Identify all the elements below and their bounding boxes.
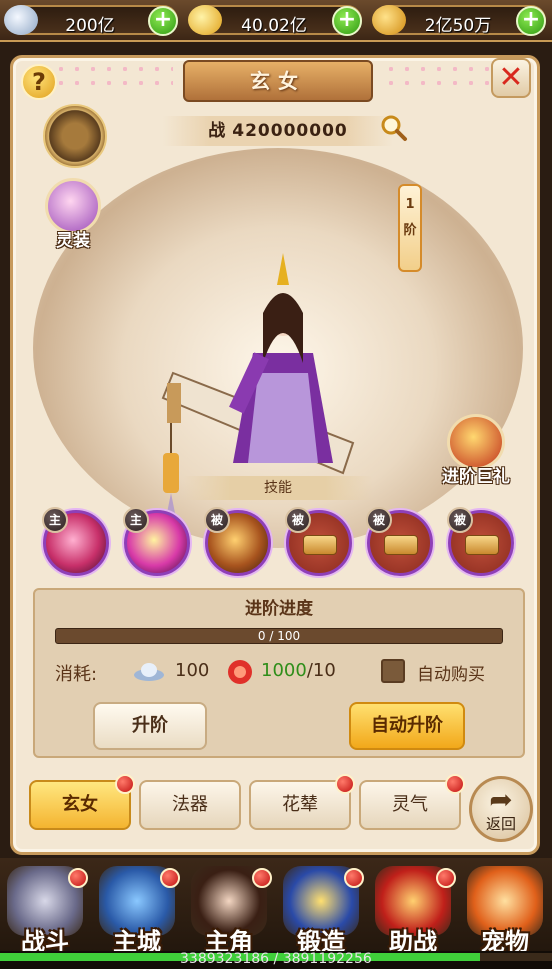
add-silver-button[interactable]: + bbox=[148, 6, 178, 36]
close-button[interactable]: ✕ bbox=[491, 58, 531, 98]
skill-type-tag: 被 bbox=[285, 507, 311, 533]
lock-icon bbox=[384, 535, 418, 555]
skill-type-tag: 主 bbox=[42, 507, 68, 533]
red-dot-icon bbox=[68, 868, 88, 888]
item-have: 1000 bbox=[261, 660, 307, 681]
rank-badge: 1 阶 bbox=[398, 184, 422, 272]
silver-value: 200亿 bbox=[65, 16, 115, 36]
skill-type-tag: 被 bbox=[447, 507, 473, 533]
skill-slot-5-locked[interactable]: 被 bbox=[366, 507, 433, 576]
skills-heading: 技能 bbox=[183, 476, 373, 500]
advance-progress-text: 0 / 100 bbox=[257, 629, 301, 643]
gold-currency: 40.02亿 + bbox=[188, 5, 362, 36]
magnifier-icon[interactable] bbox=[380, 114, 408, 142]
red-dot-icon bbox=[344, 868, 364, 888]
bound-gold-value: 2亿50万 bbox=[424, 16, 492, 36]
back-button[interactable]: ➦ 返回 bbox=[469, 776, 533, 842]
silver-ingot-icon bbox=[4, 5, 38, 35]
bound-gold-currency: 2亿50万 + bbox=[372, 5, 546, 36]
skill-type-tag: 主 bbox=[123, 507, 149, 533]
advance-progress-bar: 0 / 100 bbox=[55, 628, 503, 644]
tab-huanian[interactable]: 花辇 bbox=[249, 774, 355, 830]
item-cost: 1000/10 bbox=[261, 660, 336, 681]
red-dot-icon bbox=[160, 868, 180, 888]
gold-ingot-icon bbox=[188, 5, 222, 35]
back-arrow-icon: ➦ bbox=[489, 783, 513, 816]
auto-buy-label: 自动购买 bbox=[417, 665, 485, 685]
lingzhuang-label: 灵装 bbox=[56, 231, 90, 251]
advance-gift-button[interactable]: 进阶巨礼 bbox=[433, 414, 519, 487]
cost-row: 消耗: 100 1000/10 自动购买 bbox=[55, 658, 505, 686]
skill-list: 主 主 被 被 被 被 bbox=[41, 507, 521, 580]
auto-upgrade-button[interactable]: 自动升阶 bbox=[349, 702, 465, 750]
tab-label: 法器 bbox=[172, 794, 208, 815]
tab-label: 玄女 bbox=[62, 794, 98, 815]
bound-gold-icon bbox=[372, 5, 406, 35]
tab-label: 花辇 bbox=[282, 794, 318, 815]
panel-title: 玄女 bbox=[183, 60, 373, 102]
experience-bar: 3389323186 / 3891192256 bbox=[0, 951, 552, 969]
tab-label: 灵气 bbox=[392, 794, 428, 815]
add-bound-gold-button[interactable]: + bbox=[516, 6, 546, 36]
cost-label: 消耗: bbox=[55, 664, 98, 685]
gold-value: 40.02亿 bbox=[241, 16, 307, 36]
blossom-decoration-left bbox=[53, 62, 173, 92]
currency-bar: 200亿 + 40.02亿 + 2亿50万 + bbox=[0, 0, 552, 42]
lingzhuang-button[interactable]: 灵装 bbox=[43, 178, 103, 251]
advance-item-icon bbox=[228, 660, 252, 684]
tab-faqi[interactable]: 法器 bbox=[139, 780, 241, 830]
silver-ingot-icon bbox=[134, 663, 164, 681]
skill-slot-6-locked[interactable]: 被 bbox=[447, 507, 514, 576]
tab-xuannv[interactable]: 玄女 bbox=[29, 774, 135, 830]
skill-slot-4-locked[interactable]: 被 bbox=[285, 507, 352, 576]
skill-type-tag: 被 bbox=[204, 507, 230, 533]
lock-icon bbox=[303, 535, 337, 555]
upgrade-button[interactable]: 升阶 bbox=[93, 702, 207, 750]
red-dot-icon bbox=[445, 774, 465, 794]
panel-tabs: 玄女 法器 花辇 灵气 bbox=[29, 774, 529, 836]
rank-unit: 阶 bbox=[403, 223, 417, 238]
combat-power-label: 战 bbox=[208, 121, 227, 141]
skill-slot-3[interactable]: 被 bbox=[204, 507, 271, 576]
tab-lingqi[interactable]: 灵气 bbox=[359, 774, 465, 830]
back-label: 返回 bbox=[485, 815, 516, 833]
advance-gift-label: 进阶巨礼 bbox=[442, 467, 510, 487]
silver-currency: 200亿 + bbox=[4, 5, 178, 36]
red-dot-icon bbox=[335, 774, 355, 794]
xuannv-panel: 玄女 ? ✕ 战 420000000 灵装 1 阶 进阶巨礼 技能 主 主 被 … bbox=[10, 55, 540, 855]
blossom-decoration-right bbox=[383, 62, 493, 92]
red-dot-icon bbox=[115, 774, 135, 794]
red-dot-icon bbox=[252, 868, 272, 888]
experience-text: 3389323186 / 3891192256 bbox=[180, 951, 372, 967]
skill-slot-1[interactable]: 主 bbox=[42, 507, 109, 576]
skill-slot-2[interactable]: 主 bbox=[123, 507, 190, 576]
auto-buy-checkbox[interactable] bbox=[381, 659, 405, 683]
mount-badge-icon[interactable] bbox=[43, 104, 107, 168]
combat-power: 战 420000000 bbox=[163, 116, 393, 146]
rank-number: 1 bbox=[405, 197, 415, 212]
lock-icon bbox=[465, 535, 499, 555]
item-need: /10 bbox=[306, 660, 336, 681]
skill-type-tag: 被 bbox=[366, 507, 392, 533]
advance-progress-box: 进阶进度 0 / 100 消耗: 100 1000/10 自动购买 升阶 自动升… bbox=[33, 588, 525, 758]
help-button[interactable]: ? bbox=[21, 64, 57, 100]
silver-cost: 100 bbox=[175, 660, 210, 681]
red-dot-icon bbox=[436, 868, 456, 888]
add-gold-button[interactable]: + bbox=[332, 6, 362, 36]
advance-progress-title: 进阶进度 bbox=[245, 599, 313, 619]
combat-power-value: 420000000 bbox=[232, 121, 348, 141]
